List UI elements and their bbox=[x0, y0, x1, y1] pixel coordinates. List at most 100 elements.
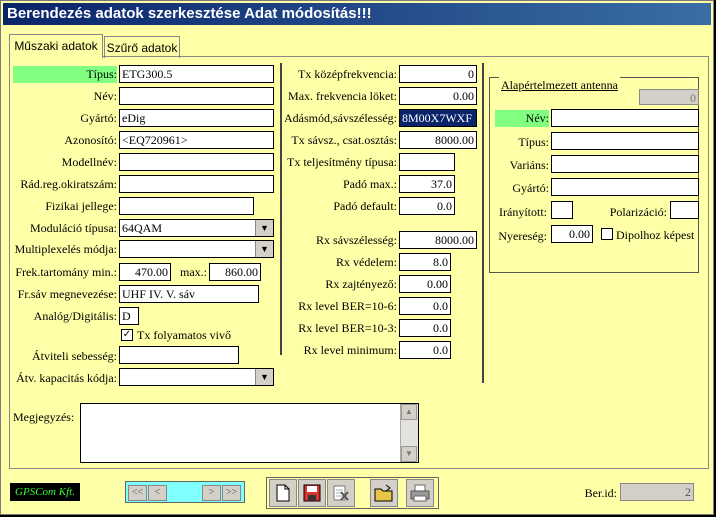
open-folder-button[interactable] bbox=[370, 479, 398, 507]
nev-field[interactable] bbox=[119, 87, 274, 105]
gyarto-label: Gyártó: bbox=[80, 111, 117, 125]
frsav-field[interactable]: UHF IV. V. sáv bbox=[119, 285, 259, 303]
txsavsz-field[interactable]: 8000.00 bbox=[399, 131, 477, 149]
polarizacio-field[interactable] bbox=[670, 201, 699, 219]
polarizacio-label: Polarizáció: bbox=[609, 205, 667, 219]
analog-label: Analóg/Digitális: bbox=[33, 309, 117, 323]
nev-label: Név: bbox=[93, 89, 117, 103]
tipus-field[interactable]: ETG300.5 bbox=[119, 65, 274, 83]
scroll-up-icon[interactable]: ▲ bbox=[401, 404, 417, 420]
maxfrek-label: Max. frekvencia löket: bbox=[288, 89, 397, 103]
berid-label: Ber.id: bbox=[584, 486, 617, 500]
delete-record-button[interactable] bbox=[327, 479, 355, 507]
record-navigator: << < > >> bbox=[125, 481, 245, 503]
rxber3-field[interactable]: 0.0 bbox=[399, 319, 451, 337]
pado-default-field[interactable]: 0.0 bbox=[399, 197, 455, 215]
save-button[interactable] bbox=[298, 479, 326, 507]
modellnev-label: Modellnév: bbox=[61, 155, 117, 169]
berid-field: 2 bbox=[620, 483, 694, 501]
new-record-button[interactable] bbox=[269, 479, 297, 507]
scroll-down-icon[interactable]: ▼ bbox=[401, 446, 417, 462]
modellnev-field[interactable] bbox=[119, 153, 274, 171]
azonosito-field[interactable]: <EQ720961> bbox=[119, 131, 274, 149]
rxved-label: Rx védelem: bbox=[336, 255, 397, 269]
txkozep-label: Tx középfrekvencia: bbox=[298, 67, 397, 81]
antenna-gyarto-field[interactable] bbox=[551, 178, 699, 196]
chevron-down-icon[interactable]: ▼ bbox=[255, 369, 273, 385]
antenna-group-title: Alapértelmezett antenna bbox=[499, 77, 620, 93]
adasmod-field[interactable]: 8M00X7WXF bbox=[399, 109, 477, 127]
rxzaj-field[interactable]: 0.00 bbox=[399, 275, 451, 293]
tipus-label: Típus: bbox=[13, 66, 117, 83]
title-bar: Berendezés adatok szerkesztése Adat módo… bbox=[3, 3, 711, 25]
tx-folyamatos-label: Tx folyamatos vivő bbox=[137, 328, 231, 342]
next-record-button[interactable]: > bbox=[202, 485, 221, 501]
atviteli-field[interactable] bbox=[119, 346, 239, 364]
new-document-icon bbox=[276, 484, 290, 502]
atvkap-combo[interactable]: ▼ bbox=[119, 368, 274, 386]
megjegyzes-label: Megjegyzés: bbox=[13, 410, 75, 424]
first-record-button[interactable]: << bbox=[128, 485, 147, 501]
megjegyzes-scrollbar[interactable]: ▲ ▼ bbox=[400, 404, 418, 462]
rxber6-label: Rx level BER=10-6: bbox=[298, 299, 397, 313]
pado-max-field[interactable]: 37.0 bbox=[399, 175, 455, 193]
frek-min-field[interactable]: 470.00 bbox=[119, 263, 171, 281]
txsavsz-label: Tx sávsz., csat.osztás: bbox=[291, 133, 397, 147]
atvkap-label: Átv. kapacitás kódja: bbox=[16, 371, 117, 385]
frsav-label: Fr.sáv megnevezése: bbox=[17, 287, 117, 301]
chevron-down-icon[interactable]: ▼ bbox=[255, 241, 273, 257]
tab-muszaki-adatok[interactable]: Műszaki adatok bbox=[9, 34, 103, 58]
pado-default-label: Padó default: bbox=[333, 199, 397, 213]
frek-min-label: Frek.tartomány min.: bbox=[15, 265, 117, 279]
txtelj-label: Tx teljesítmény típusa: bbox=[287, 155, 397, 169]
adasmod-label: Adásmód,sávszélesség: bbox=[284, 111, 397, 125]
modulacio-value: 64QAM bbox=[122, 221, 163, 235]
print-button[interactable] bbox=[406, 479, 434, 507]
multiplex-combo[interactable]: ▼ bbox=[119, 240, 274, 258]
modulacio-combo[interactable]: 64QAM ▼ bbox=[119, 219, 274, 237]
txkozep-field[interactable]: 0 bbox=[399, 65, 477, 83]
printer-icon bbox=[410, 484, 430, 502]
txtelj-field[interactable] bbox=[399, 153, 455, 171]
radreg-field[interactable] bbox=[119, 175, 274, 193]
atviteli-label: Átviteli sebesség: bbox=[32, 349, 117, 363]
rxsav-label: Rx sávszélesség: bbox=[316, 233, 397, 247]
rxber3-label: Rx level BER=10-3: bbox=[298, 321, 397, 335]
column-divider bbox=[482, 63, 484, 383]
gyarto-field[interactable]: eDig bbox=[119, 109, 274, 127]
prev-record-button[interactable]: < bbox=[148, 485, 167, 501]
fizikai-label: Fizikai jellege: bbox=[45, 199, 117, 213]
antenna-id-field: 0 bbox=[639, 89, 699, 105]
rxber6-field[interactable]: 0.0 bbox=[399, 297, 451, 315]
antenna-varians-field[interactable] bbox=[551, 155, 699, 173]
brand-logo: GPSCom Kft. bbox=[10, 483, 80, 501]
megjegyzes-textarea[interactable]: ▲ ▼ bbox=[80, 403, 419, 463]
rxzaj-label: Rx zajtényező: bbox=[325, 277, 397, 291]
frek-max-field[interactable]: 860.00 bbox=[209, 263, 261, 281]
nyereseg-field[interactable]: 0.00 bbox=[551, 225, 593, 243]
antenna-tipus-field[interactable] bbox=[551, 132, 699, 150]
dipol-checkbox[interactable] bbox=[601, 228, 613, 240]
maxfrek-field[interactable]: 0.00 bbox=[399, 87, 477, 105]
chevron-down-icon[interactable]: ▼ bbox=[255, 220, 273, 236]
rxsav-field[interactable]: 8000.00 bbox=[399, 231, 477, 249]
rxved-field[interactable]: 8.0 bbox=[399, 253, 451, 271]
folder-icon bbox=[374, 484, 393, 502]
save-icon bbox=[303, 484, 321, 502]
antenna-nev-label: Név: bbox=[495, 110, 549, 127]
antenna-varians-label: Variáns: bbox=[509, 158, 549, 172]
last-record-button[interactable]: >> bbox=[222, 485, 241, 501]
nyereseg-label: Nyereség: bbox=[498, 229, 547, 243]
antenna-gyarto-label: Gyártó: bbox=[512, 181, 549, 195]
fizikai-field[interactable] bbox=[119, 197, 254, 215]
rxmin-label: Rx level minimum: bbox=[303, 343, 397, 357]
rxmin-field[interactable]: 0.0 bbox=[399, 341, 451, 359]
analog-field[interactable]: D bbox=[119, 307, 139, 325]
tx-folyamatos-checkbox[interactable]: ✓ bbox=[121, 329, 133, 341]
radreg-label: Rád.reg.okiratszám: bbox=[20, 177, 117, 191]
iranyitott-label: Irányított: bbox=[499, 205, 547, 219]
dipol-label: Dipolhoz képest bbox=[616, 228, 695, 242]
iranyitott-field[interactable] bbox=[551, 201, 573, 219]
tab-szuro-adatok[interactable]: Szűrő adatok bbox=[104, 36, 180, 58]
antenna-nev-field[interactable] bbox=[551, 109, 699, 127]
